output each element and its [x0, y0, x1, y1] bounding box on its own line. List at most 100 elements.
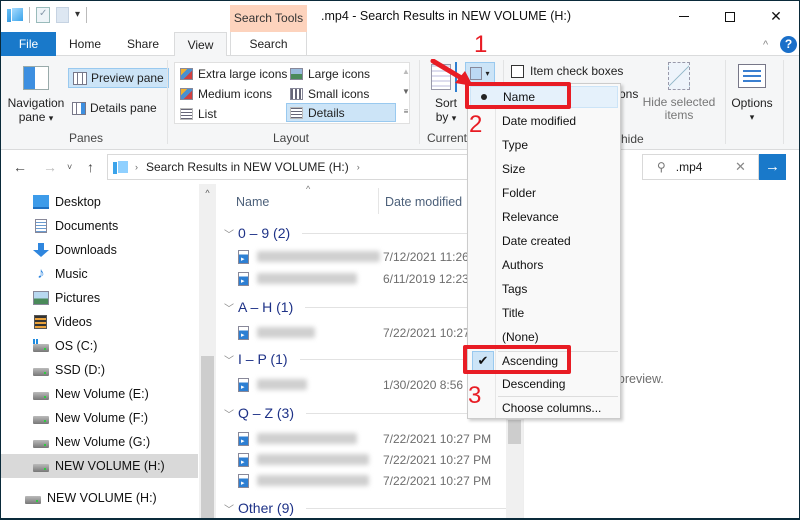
- options-button[interactable]: Options ▾: [727, 62, 777, 127]
- file-name-blurred: [257, 251, 380, 262]
- panes-group-label: Panes: [68, 131, 104, 145]
- sort-by-label: Sort: [434, 96, 457, 110]
- tab-search[interactable]: Search: [230, 32, 307, 56]
- column-header-name[interactable]: Name: [236, 184, 269, 218]
- options-label: Options: [731, 96, 773, 110]
- breadcrumb-separator-icon[interactable]: ›: [357, 162, 360, 172]
- large-icons-icon: [290, 67, 303, 80]
- nav-item-ssd-d[interactable]: SSD (D:): [1, 358, 198, 382]
- menu-item-tags[interactable]: Tags: [470, 278, 618, 300]
- column-separator[interactable]: [378, 188, 379, 214]
- scroll-up-icon[interactable]: ^: [199, 188, 216, 198]
- annotation-step-1: 1: [474, 31, 488, 58]
- menu-item-folder[interactable]: Folder: [470, 182, 618, 204]
- nav-item-pictures[interactable]: Pictures: [1, 286, 198, 310]
- nav-pane-scrollbar[interactable]: ^: [199, 184, 216, 518]
- item-check-boxes-checkbox[interactable]: [511, 64, 524, 78]
- recent-locations-button[interactable]: ˅: [67, 162, 72, 172]
- layout-small-icons[interactable]: Small icons: [287, 84, 372, 103]
- video-file-icon: [238, 473, 249, 488]
- close-button[interactable]: ✕: [753, 1, 799, 32]
- nav-item-new-volume-g[interactable]: New Volume (G:): [1, 430, 198, 454]
- collapse-ribbon-icon[interactable]: ^: [763, 39, 768, 51]
- menu-item-title[interactable]: Title: [470, 302, 618, 324]
- group-header-other[interactable]: ﹀ Other (9): [224, 497, 514, 518]
- file-date: 7/22/2021 10:27 PM: [383, 452, 492, 467]
- menu-item-type[interactable]: Type: [470, 134, 618, 156]
- nav-item-os-c[interactable]: OS (C:): [1, 334, 198, 358]
- nav-item-new-volume-h[interactable]: NEW VOLUME (H:): [1, 454, 198, 478]
- search-icon: ⚲: [657, 160, 666, 174]
- layout-large-icons[interactable]: Large icons: [287, 64, 373, 83]
- layout-gallery: Extra large icons Large icons Medium ico…: [174, 62, 410, 124]
- video-file-icon: [238, 452, 249, 467]
- search-go-button[interactable]: →: [759, 154, 786, 180]
- explorer-app-icon[interactable]: [7, 7, 24, 23]
- tab-home[interactable]: Home: [61, 32, 109, 56]
- item-check-boxes-toggle[interactable]: Item check boxes: [511, 64, 623, 78]
- nav-item-new-volume-e[interactable]: New Volume (E:): [1, 382, 198, 406]
- customize-qat-dropdown-icon[interactable]: ▾: [75, 10, 80, 20]
- video-file-icon: [238, 325, 249, 340]
- layout-scroll-up-icon[interactable]: ▲: [401, 67, 411, 76]
- menu-item-authors[interactable]: Authors: [470, 254, 618, 276]
- minimize-button[interactable]: [661, 1, 707, 32]
- file-name-blurred: [257, 475, 369, 486]
- menu-item-date-modified[interactable]: Date modified: [470, 110, 618, 132]
- navigation-pane-button[interactable]: Navigation pane ▾: [7, 62, 65, 127]
- layout-extra-large-icons[interactable]: Extra large icons: [177, 64, 290, 83]
- preview-pane-button[interactable]: Preview pane: [68, 68, 169, 88]
- menu-item-size[interactable]: Size: [470, 158, 618, 180]
- layout-scroll-down-icon[interactable]: ▼: [401, 87, 411, 96]
- tab-share[interactable]: Share: [117, 32, 169, 56]
- breadcrumb-search-results[interactable]: Search Results in NEW VOLUME (H:): [146, 160, 349, 174]
- menu-item-choose-columns[interactable]: Choose columns...: [470, 397, 618, 419]
- properties-icon[interactable]: [36, 7, 50, 23]
- chevron-down-icon: ﹀: [224, 303, 234, 315]
- nav-pane-scroll-thumb[interactable]: [201, 356, 214, 518]
- maximize-button[interactable]: [707, 1, 753, 32]
- file-row[interactable]: 7/22/2021 10:27 PM: [238, 470, 523, 491]
- file-name-extensions-partial[interactable]: ons: [619, 87, 638, 101]
- column-header-date-modified[interactable]: Date modified: [385, 184, 462, 218]
- clear-search-icon[interactable]: ✕: [735, 159, 746, 175]
- nav-item-documents[interactable]: Documents: [1, 214, 198, 238]
- dropdown-arrow-icon: ▾: [485, 68, 490, 78]
- layout-expand-icon[interactable]: ≡: [401, 107, 411, 116]
- layout-medium-icons[interactable]: Medium icons: [177, 84, 275, 103]
- help-icon[interactable]: ?: [780, 36, 797, 53]
- layout-details[interactable]: Details: [286, 103, 396, 122]
- search-input-value[interactable]: .mp4: [676, 160, 703, 174]
- tab-file[interactable]: File: [1, 32, 56, 56]
- file-date: 6/11/2019 12:23: [383, 271, 469, 286]
- nav-item-videos[interactable]: Videos: [1, 310, 198, 334]
- breadcrumb-separator-icon[interactable]: ›: [135, 162, 138, 172]
- nav-item-desktop[interactable]: Desktop: [1, 190, 198, 214]
- search-input[interactable]: ⚲ .mp4 ✕: [642, 154, 759, 180]
- nav-item-downloads[interactable]: Downloads: [1, 238, 198, 262]
- layout-list[interactable]: List: [177, 104, 220, 123]
- nav-item-new-volume-h-root[interactable]: NEW VOLUME (H:): [1, 486, 198, 510]
- menu-item-descending[interactable]: Descending: [470, 373, 618, 395]
- maximize-icon: [725, 11, 735, 22]
- new-folder-icon[interactable]: [56, 7, 69, 23]
- forward-button[interactable]: →: [43, 159, 57, 175]
- quick-access-toolbar: ▾: [7, 7, 88, 23]
- nav-item-new-volume-f[interactable]: New Volume (F:): [1, 406, 198, 430]
- file-row[interactable]: 7/22/2021 10:27 PM: [238, 428, 523, 449]
- hide-selected-items-button[interactable]: Hide selected items: [641, 62, 717, 127]
- details-pane-button[interactable]: Details pane: [68, 98, 161, 118]
- tab-view[interactable]: View: [174, 32, 227, 57]
- drive-icon: [33, 368, 49, 376]
- navigation-pane: Desktop Documents Downloads ♪ Music Pictu…: [1, 184, 216, 518]
- file-list-scroll-thumb[interactable]: [508, 420, 521, 444]
- address-row: ← → ˅ ↑ › Search Results in NEW VOLUME (…: [1, 151, 799, 184]
- up-button[interactable]: ↑: [87, 159, 94, 175]
- nav-item-music[interactable]: ♪ Music: [1, 262, 198, 286]
- back-button[interactable]: ←: [13, 159, 27, 175]
- file-row[interactable]: 7/22/2021 10:27 PM: [238, 449, 523, 470]
- menu-item-date-created[interactable]: Date created: [470, 230, 618, 252]
- annotation-box-ascending: [463, 345, 571, 374]
- minimize-icon: [679, 16, 689, 17]
- menu-item-relevance[interactable]: Relevance: [470, 206, 618, 228]
